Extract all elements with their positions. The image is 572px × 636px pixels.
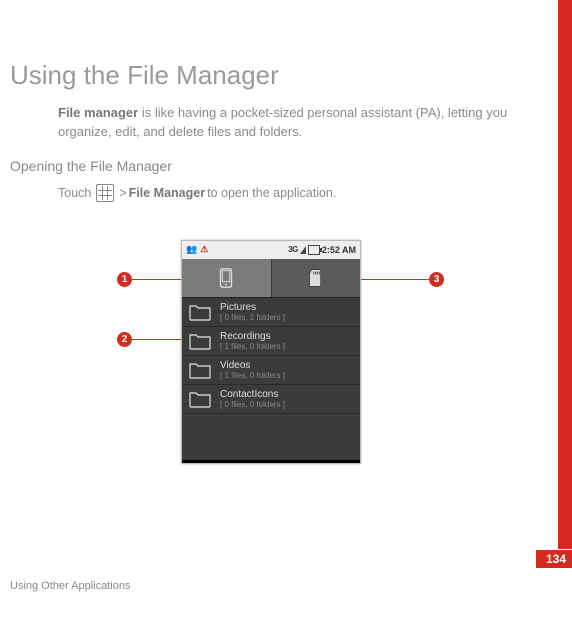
phone-screenshot: 👥 ⚠ 3G 2:52 AM	[181, 240, 361, 464]
toolbar	[182, 259, 360, 298]
touch-suffix: to open the application.	[207, 186, 336, 200]
touch-prefix: Touch	[58, 186, 91, 200]
intro-paragraph: File manager is like having a pocket-siz…	[58, 104, 522, 142]
folder-sub: [ 1 files, 0 folders ]	[220, 371, 285, 380]
folder-name: ContactIcons	[220, 389, 285, 400]
signal-icon	[300, 246, 306, 254]
section-subheading: Opening the File Manager	[10, 158, 532, 174]
side-red-tab	[558, 0, 572, 560]
list-filler	[182, 414, 360, 460]
status-time: 2:52 AM	[322, 245, 356, 255]
toolbar-phone-tab[interactable]	[182, 259, 271, 297]
intro-bold: File manager	[58, 105, 138, 120]
page-number: 134	[536, 549, 572, 568]
folder-icon	[188, 360, 212, 380]
folder-list: Pictures [ 0 files, 1 folders ] Recordin…	[182, 298, 360, 460]
figure: 1 2 3 👥 ⚠ 3G 2:52 AM	[91, 240, 451, 466]
folder-icon	[188, 302, 212, 322]
touch-bold: File Manager	[129, 186, 205, 200]
page-title: Using the File Manager	[10, 60, 532, 91]
status-warning-icon: ⚠	[200, 244, 208, 255]
status-people-icon: 👥	[186, 244, 197, 255]
list-item[interactable]: Pictures [ 0 files, 1 folders ]	[182, 298, 360, 327]
callout-1: 1	[117, 272, 132, 287]
phone-storage-icon	[215, 267, 237, 289]
footer-text: Using Other Applications	[10, 580, 130, 592]
list-item[interactable]: Videos [ 1 files, 0 folders ]	[182, 356, 360, 385]
folder-name: Pictures	[220, 302, 285, 313]
list-item[interactable]: ContactIcons [ 0 files, 0 folders ]	[182, 385, 360, 414]
folder-name: Videos	[220, 360, 285, 371]
toolbar-sd-tab[interactable]	[271, 259, 361, 297]
sd-card-icon	[305, 267, 327, 289]
folder-sub: [ 1 files, 0 folders ]	[220, 342, 285, 351]
folder-sub: [ 0 files, 0 folders ]	[220, 400, 285, 409]
list-item[interactable]: Recordings [ 1 files, 0 folders ]	[182, 327, 360, 356]
battery-icon	[308, 245, 320, 255]
folder-icon	[188, 389, 212, 409]
page-content: Using the File Manager File manager is l…	[0, 0, 572, 466]
callout-2: 2	[117, 332, 132, 347]
status-3g: 3G	[288, 245, 298, 254]
touch-instruction: Touch > File Manager to open the applica…	[58, 184, 532, 202]
apps-grid-icon	[96, 184, 114, 202]
folder-icon	[188, 331, 212, 351]
folder-name: Recordings	[220, 331, 285, 342]
folder-sub: [ 0 files, 1 folders ]	[220, 313, 285, 322]
status-bar: 👥 ⚠ 3G 2:52 AM	[182, 241, 360, 259]
touch-mid: >	[119, 186, 126, 200]
callout-3: 3	[429, 272, 444, 287]
